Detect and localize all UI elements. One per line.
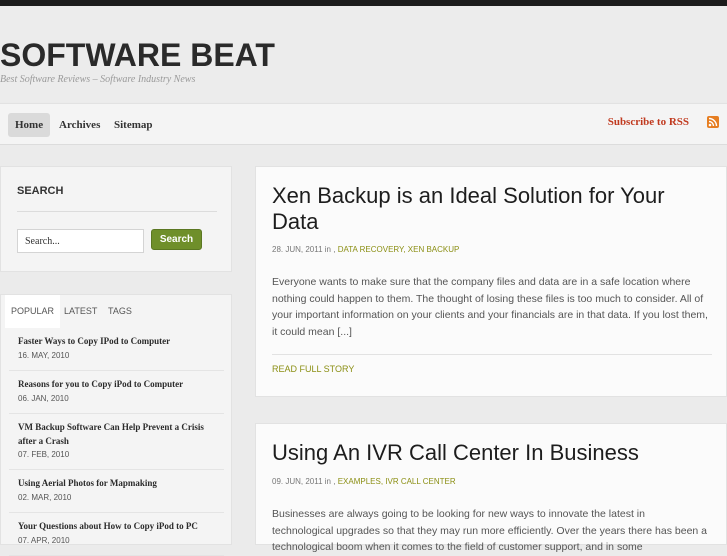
list-item[interactable]: Faster Ways to Copy IPod to Computer 16.… [9, 328, 224, 371]
post-date: 16. MAY, 2010 [18, 351, 70, 360]
article-date: 28. JUN, 2011 [272, 245, 323, 254]
site-title[interactable]: SOFTWARE BEAT [0, 38, 275, 72]
nav-item-archives[interactable]: Archives [52, 113, 107, 137]
divider [17, 211, 217, 212]
article-excerpt: Businesses are always going to be lookin… [272, 508, 708, 553]
post-title[interactable]: Using Aerial Photos for Mapmaking [18, 476, 218, 490]
read-full-story-link[interactable]: READ FULL STORY [272, 364, 354, 374]
list-item[interactable]: Your Questions about How to Copy iPod to… [9, 513, 224, 556]
list-item[interactable]: Using Aerial Photos for Mapmaking 02. MA… [9, 470, 224, 513]
post-date: 07. FEB, 2010 [18, 450, 70, 459]
article-meta: 28. JUN, 2011 in , DATA RECOVERY, XEN BA… [272, 245, 459, 254]
article-date: 09. JUN, 2011 [272, 477, 323, 486]
article-categories[interactable]: EXAMPLES, IVR CALL CENTER [338, 477, 456, 486]
article-excerpt: Everyone wants to make sure that the com… [272, 276, 708, 338]
article-meta: 09. JUN, 2011 in , EXAMPLES, IVR CALL CE… [272, 477, 456, 486]
post-date: 06. JAN, 2010 [18, 394, 69, 403]
tabs-widget: POPULAR LATEST TAGS Faster Ways to Copy … [0, 294, 232, 556]
search-input[interactable] [17, 229, 144, 253]
article-title[interactable]: Using An IVR Call Center In Business [272, 440, 712, 466]
tab-popular[interactable]: POPULAR [5, 295, 61, 328]
post-title[interactable]: Your Questions about How to Copy iPod to… [18, 519, 218, 533]
search-widget: SEARCH Search [0, 166, 232, 272]
post-title[interactable]: Faster Ways to Copy IPod to Computer [18, 334, 218, 348]
post-date: 07. APR, 2010 [18, 536, 70, 545]
article-card: Xen Backup is an Ideal Solution for Your… [255, 166, 727, 397]
site-tagline: Best Software Reviews – Software Industr… [0, 74, 196, 85]
post-date: 02. MAR, 2010 [18, 493, 72, 502]
tab-tags[interactable]: TAGS [102, 295, 138, 328]
rss-icon[interactable] [707, 116, 719, 128]
search-widget-title: SEARCH [17, 185, 64, 197]
article-in: in , [324, 477, 336, 486]
site-header: SOFTWARE BEAT Best Software Reviews – So… [0, 6, 727, 102]
tab-latest[interactable]: LATEST [58, 295, 103, 328]
post-title[interactable]: VM Backup Software Can Help Prevent a Cr… [18, 420, 218, 448]
nav-item-sitemap[interactable]: Sitemap [107, 113, 160, 137]
divider [272, 354, 712, 355]
nav-item-home[interactable]: Home [8, 113, 51, 137]
article-title[interactable]: Xen Backup is an Ideal Solution for Your… [272, 183, 712, 235]
list-item[interactable]: Reasons for you to Copy iPod to Computer… [9, 371, 224, 414]
article-in: in , [324, 245, 336, 254]
article-categories[interactable]: DATA RECOVERY, XEN BACKUP [338, 245, 460, 254]
subscribe-rss-link[interactable]: Subscribe to RSS [608, 116, 689, 128]
search-button[interactable]: Search [151, 229, 202, 250]
article-card: Using An IVR Call Center In Business 09.… [255, 423, 727, 553]
post-title[interactable]: Reasons for you to Copy iPod to Computer [18, 377, 218, 391]
list-item[interactable]: VM Backup Software Can Help Prevent a Cr… [9, 414, 224, 470]
